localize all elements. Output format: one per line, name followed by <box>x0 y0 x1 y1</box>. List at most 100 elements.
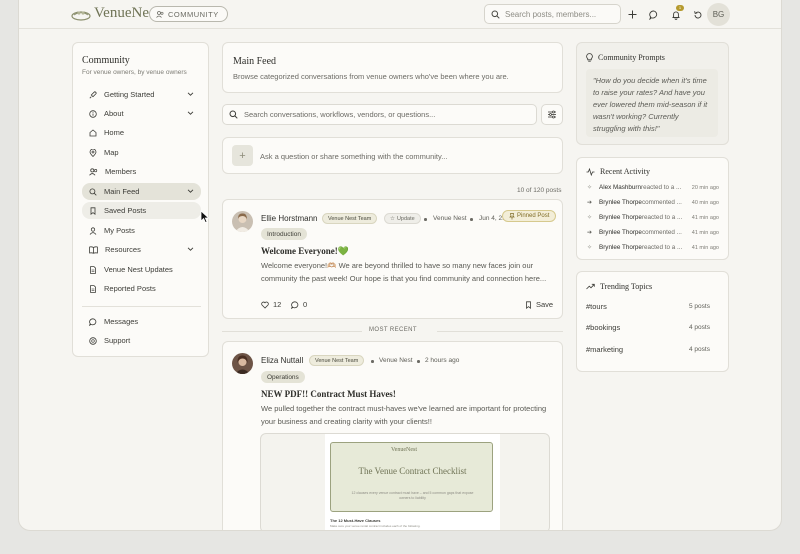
comment-icon <box>291 300 299 309</box>
bookmark-icon <box>90 206 96 215</box>
sidebar-item-saved-posts[interactable]: Saved Posts <box>82 202 201 219</box>
activity-row[interactable]: ➔ Brynlee Thorpe commented ... 40 min ag… <box>587 199 719 206</box>
sidebar-item-label: Main Feed <box>104 187 140 196</box>
activity-user: Alex Mashburn <box>599 184 641 191</box>
nest-logo-icon <box>71 10 91 21</box>
post-count: 10 of 120 posts <box>517 187 562 194</box>
plus-icon: + <box>239 149 246 162</box>
sidebar-item-my-posts[interactable]: My Posts <box>82 222 201 239</box>
mouse-cursor-icon <box>200 210 210 224</box>
sidebar-item-resources[interactable]: Resources <box>82 241 201 258</box>
refresh-button[interactable] <box>691 8 704 21</box>
activity-action: reacted to a ... <box>641 184 682 191</box>
separator-dot <box>371 360 374 363</box>
sidebar-item-main-feed[interactable]: Main Feed <box>82 183 201 200</box>
sidebar-item-venue-nest-updates[interactable]: Venue Nest Updates <box>82 261 201 278</box>
sidebar-item-home[interactable]: Home <box>82 124 201 141</box>
save-button[interactable]: Save <box>525 300 553 309</box>
sidebar-item-messages[interactable]: Messages <box>82 313 201 330</box>
sidebar-item-label: Home <box>104 128 125 137</box>
update-tag-label: Update <box>396 215 415 222</box>
user-avatar[interactable]: BG <box>707 3 730 26</box>
feed-search-input[interactable]: Search conversations, workflows, vendors… <box>222 104 537 125</box>
activity-action: reacted to a ... <box>641 244 683 251</box>
page-title: Main Feed <box>233 56 277 67</box>
sidebar-item-reported-posts[interactable]: Reported Posts <box>82 280 201 297</box>
most-recent-divider: MOST RECENT <box>369 327 417 333</box>
post-source: Venue Nest <box>379 357 413 364</box>
community-pill[interactable]: COMMUNITY <box>149 6 228 22</box>
trending-title: Trending Topics <box>586 282 652 291</box>
post-title[interactable]: NEW PDF!! Contract Must Haves! <box>261 389 396 399</box>
sidebar-item-label: My Posts <box>104 226 135 235</box>
bell-icon <box>671 10 680 20</box>
user-icon <box>89 226 97 235</box>
refresh-icon <box>693 10 701 18</box>
team-tag: Venue Nest Team <box>322 213 378 224</box>
logo[interactable]: VenueNest <box>71 5 159 22</box>
author-avatar[interactable] <box>232 211 253 232</box>
sidebar-item-map[interactable]: Map <box>82 144 201 161</box>
topic-tag-tours[interactable]: #tours <box>586 302 607 311</box>
post-card-pinned[interactable]: Ellie Horstmann Venue Nest Team ☆ Update … <box>222 199 563 319</box>
sidebar-item-support[interactable]: Support <box>82 332 201 349</box>
sidebar-item-label: Messages <box>104 317 139 326</box>
messages-button[interactable] <box>647 8 660 21</box>
activity-row[interactable]: ✧ Alex Mashburn reacted to a ... 20 min … <box>587 184 719 191</box>
sparkle-icon: ✧ <box>587 185 593 191</box>
post-source: Venue Nest <box>433 215 467 222</box>
author-avatar[interactable] <box>232 353 253 374</box>
sidebar-item-label: Saved Posts <box>104 206 147 215</box>
topic-tag-bookings[interactable]: #bookings <box>586 323 620 332</box>
comment-button[interactable]: 0 <box>291 300 307 309</box>
author-name[interactable]: Eliza Nuttall <box>261 356 303 365</box>
category-chip[interactable]: Introduction <box>261 228 307 240</box>
feed-search-placeholder: Search conversations, workflows, vendors… <box>244 110 436 119</box>
message-icon <box>648 10 657 20</box>
activity-row[interactable]: ➔ Brynlee Thorpe commented ... 41 min ag… <box>587 229 719 236</box>
compose-plus-button[interactable]: + <box>232 145 253 166</box>
chevron-down-icon <box>187 189 194 193</box>
post-title[interactable]: Welcome Everyone!💚 <box>261 246 349 257</box>
activity-row[interactable]: ✧ Brynlee Thorpe reacted to a ... 41 min… <box>587 214 719 221</box>
bookmark-icon <box>526 300 531 309</box>
category-chip[interactable]: Operations <box>261 371 305 383</box>
document-icon <box>90 284 96 293</box>
filter-button[interactable] <box>541 104 563 125</box>
divider-line <box>222 331 362 332</box>
sidebar-item-members[interactable]: Members <box>82 163 201 180</box>
pinned-label: Pinned Post <box>517 213 550 219</box>
page-subtitle: Browse categorized conversations from ve… <box>233 72 509 81</box>
pdf-preview[interactable]: VenueNest The Venue Contract Checklist 1… <box>260 433 550 530</box>
prompt-quote[interactable]: "How do you decide when it's time to rai… <box>586 69 718 137</box>
topic-count: 4 posts <box>689 346 710 353</box>
users-icon <box>156 10 164 18</box>
post-body: Welcome everyone!🫶🏼 We are beyond thrill… <box>261 261 547 283</box>
author-name[interactable]: Ellie Horstmann <box>261 214 317 223</box>
sidebar-item-getting-started[interactable]: Getting Started <box>82 86 201 103</box>
sidebar-subtitle: For venue owners, by venue owners <box>82 69 187 76</box>
sidebar-item-label: Reported Posts <box>104 284 156 293</box>
divider-line <box>437 331 563 332</box>
main-feed-header: Main Feed Browse categorized conversatio… <box>222 42 563 93</box>
sidebar-title: Community <box>82 55 130 66</box>
sidebar-item-label: Venue Nest Updates <box>104 265 173 274</box>
activity-title: Recent Activity <box>586 167 650 176</box>
pdf-heading: The 12 Must-Have Clauses <box>330 518 381 523</box>
compose-box[interactable]: + Ask a question or share something with… <box>222 137 563 174</box>
sidebar-item-about[interactable]: About <box>82 105 201 122</box>
like-button[interactable]: 12 <box>261 300 281 309</box>
prompts-title: Community Prompts <box>586 53 665 62</box>
global-search-input[interactable]: Search posts, members... <box>484 4 621 24</box>
sliders-icon <box>548 110 556 119</box>
post-time: 2 hours ago <box>425 357 460 364</box>
activity-time: 41 min ago <box>691 244 719 251</box>
lightbulb-icon <box>586 53 593 62</box>
community-prompts-card: Community Prompts "How do you decide whe… <box>576 42 729 145</box>
activity-row[interactable]: ✧ Brynlee Thorpe reacted to a ... 41 min… <box>587 244 719 251</box>
pdf-subtitle: 12 clauses every venue contract must hav… <box>351 491 474 500</box>
topic-tag-marketing[interactable]: #marketing <box>586 345 623 354</box>
trending-title-label: Trending Topics <box>600 282 653 291</box>
sparkle-icon: ✧ <box>587 215 593 221</box>
plus-button[interactable] <box>626 8 639 21</box>
